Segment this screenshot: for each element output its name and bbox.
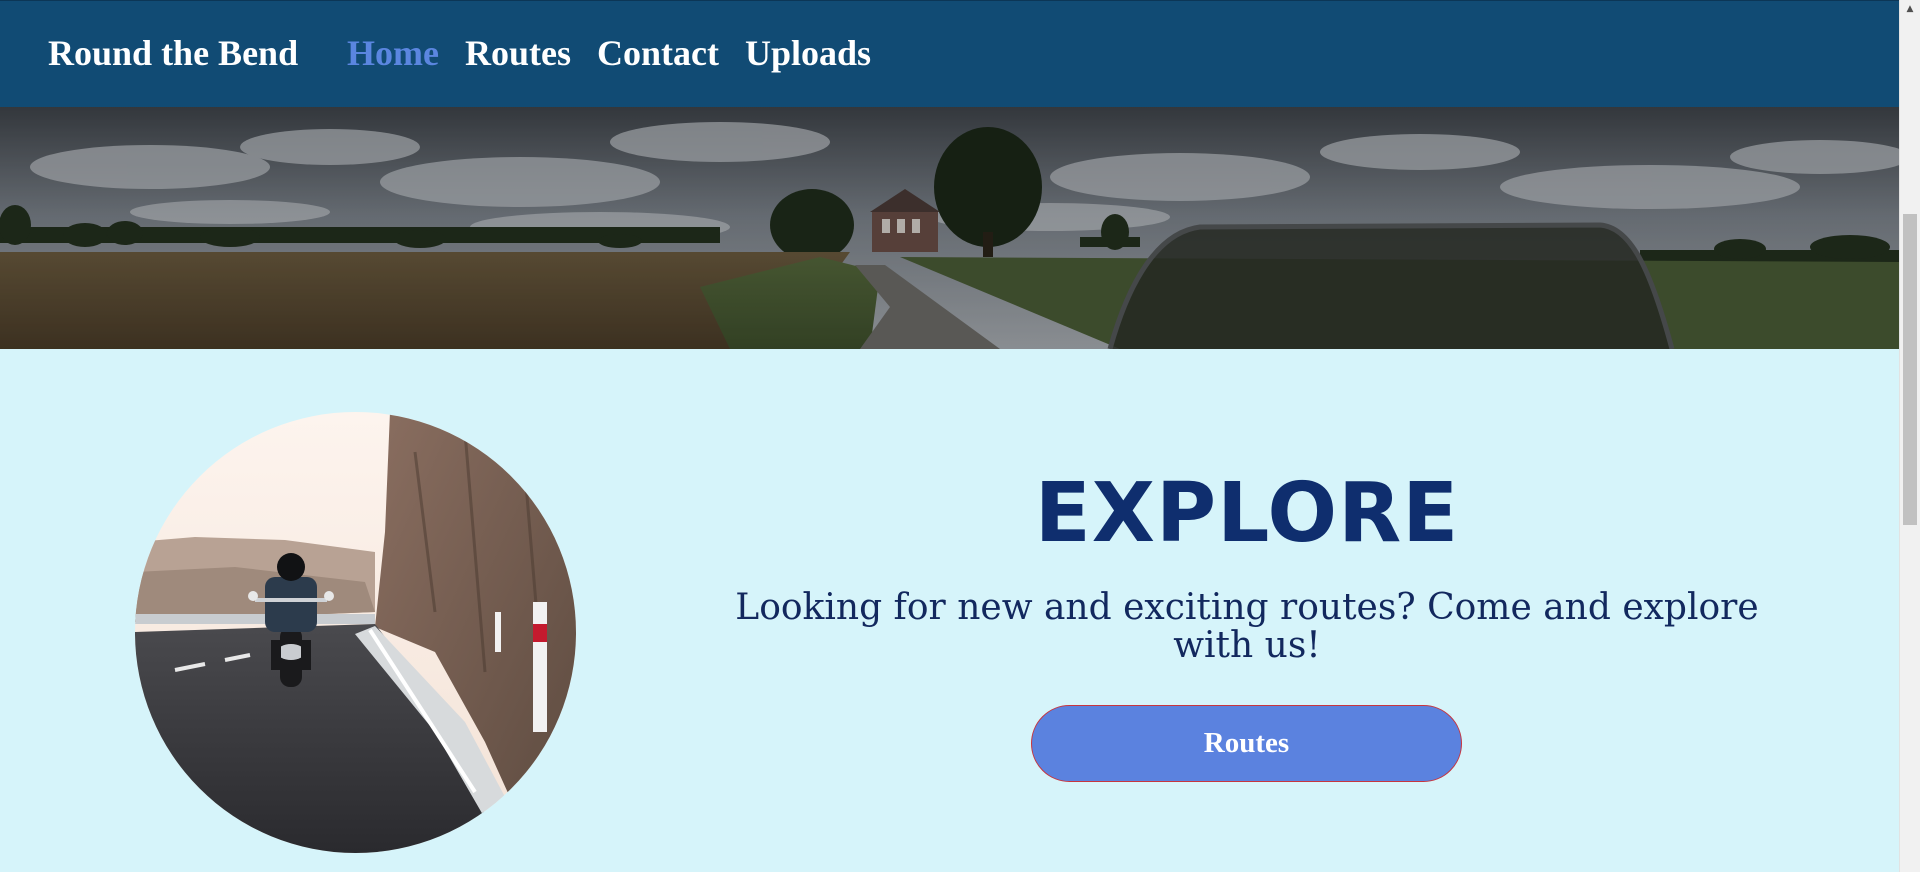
motorcyclist-photo <box>135 412 576 853</box>
nav-link-home[interactable]: Home <box>347 31 439 75</box>
explore-heading: EXPLORE <box>1034 466 1460 561</box>
hero-banner-image <box>0 107 1899 349</box>
scroll-up-arrow-icon[interactable]: ▲ <box>1900 0 1920 17</box>
nav-link-routes[interactable]: Routes <box>465 31 571 75</box>
scroll-thumb[interactable] <box>1903 214 1917 525</box>
explore-subtitle: Looking for new and exciting routes? Com… <box>735 587 1759 666</box>
routes-button[interactable]: Routes <box>1031 705 1462 782</box>
page: Round the Bend Home Routes Contact Uploa… <box>0 0 1899 872</box>
brand-logo-link[interactable]: Round the Bend <box>48 31 298 75</box>
nav-link-contact[interactable]: Contact <box>597 31 719 75</box>
navbar: Round the Bend Home Routes Contact Uploa… <box>0 0 1899 107</box>
nav-links: Home Routes Contact Uploads <box>347 31 871 75</box>
nav-link-uploads[interactable]: Uploads <box>745 31 871 75</box>
vertical-scrollbar[interactable]: ▲ <box>1899 0 1920 872</box>
